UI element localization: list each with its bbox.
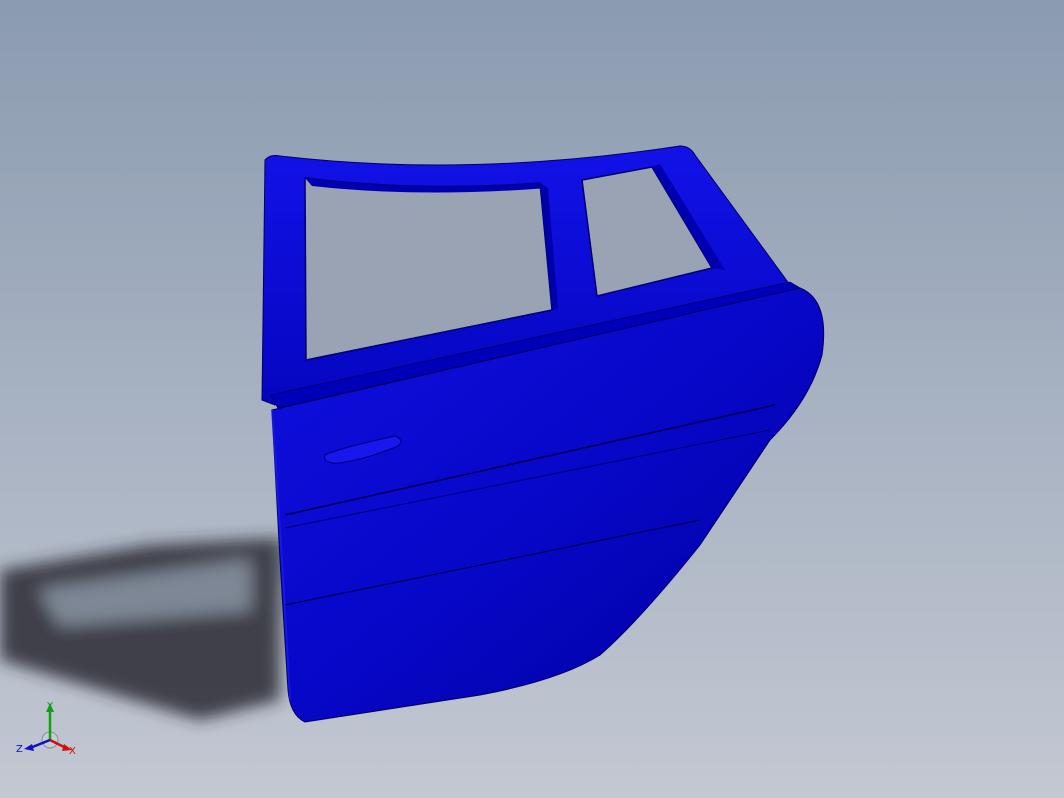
y-axis-label: Y (46, 701, 54, 712)
reference-triad: Y X Z (16, 701, 76, 757)
x-axis-label: X (69, 746, 76, 757)
z-axis-label: Z (16, 744, 23, 755)
model-scene[interactable] (0, 0, 1064, 798)
graphics-viewport[interactable]: Y X Z (0, 0, 1064, 798)
